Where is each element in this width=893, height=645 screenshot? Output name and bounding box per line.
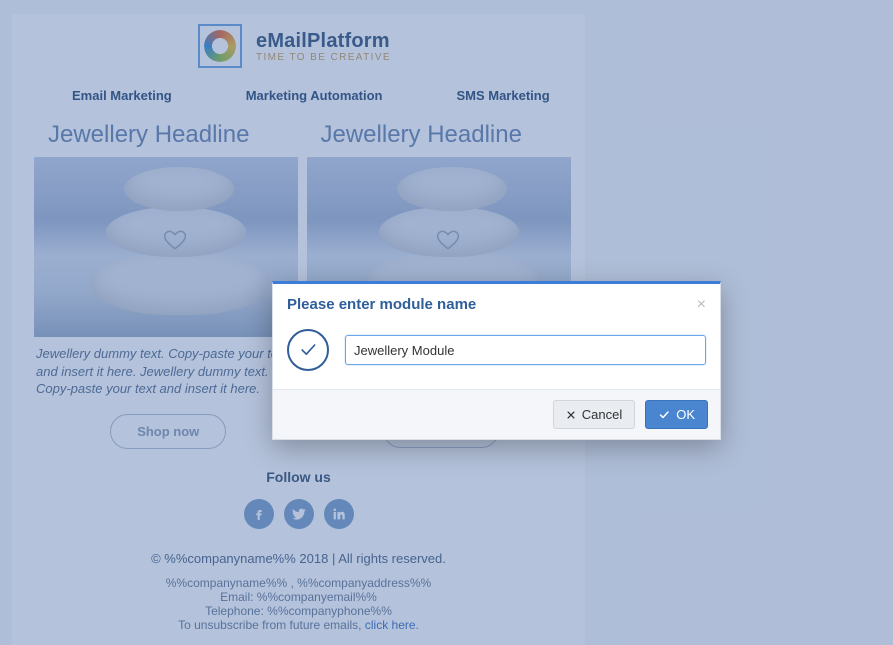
nav-link-marketing-automation[interactable]: Marketing Automation xyxy=(246,88,383,103)
footer-address: %%companyname%% , %%companyaddress%% xyxy=(12,576,585,590)
dialog-title: Please enter module name xyxy=(287,296,476,313)
linkedin-icon[interactable] xyxy=(324,499,354,529)
check-icon xyxy=(658,409,670,421)
ok-label: OK xyxy=(676,407,695,422)
footer: © %%companyname%% 2018 | All rights rese… xyxy=(12,545,585,638)
footer-email: Email: %%companyemail%% xyxy=(12,590,585,604)
column-headline: Jewellery Headline xyxy=(34,117,303,157)
dialog-body xyxy=(273,323,720,389)
column-left: Jewellery Headline Jewellery dummy text.… xyxy=(34,117,303,449)
brand-row: eMailPlatform TIME TO BE CREATIVE xyxy=(12,14,585,68)
product-image xyxy=(34,157,298,337)
nav-row: Email Marketing Marketing Automation SMS… xyxy=(12,68,585,111)
column-description: Jewellery dummy text. Copy-paste your te… xyxy=(34,337,303,408)
footer-phone: Telephone: %%companyphone%% xyxy=(12,604,585,618)
brand-text: eMailPlatform TIME TO BE CREATIVE xyxy=(256,30,391,63)
unsubscribe-link[interactable]: click here xyxy=(365,618,416,632)
brand-tagline: TIME TO BE CREATIVE xyxy=(256,52,391,63)
cancel-label: Cancel xyxy=(582,407,622,422)
follow-block: Follow us xyxy=(12,449,585,545)
heart-pendant-icon xyxy=(435,227,461,253)
footer-unsub-prefix: To unsubscribe from future emails, xyxy=(178,618,365,632)
footer-unsubscribe-line: To unsubscribe from future emails, click… xyxy=(12,618,585,632)
twitter-icon[interactable] xyxy=(284,499,314,529)
column-headline: Jewellery Headline xyxy=(307,117,576,157)
footer-rights: © %%companyname%% 2018 | All rights rese… xyxy=(12,551,585,576)
close-icon[interactable]: × xyxy=(697,297,706,313)
social-row xyxy=(12,485,585,537)
dialog-header: Please enter module name × xyxy=(273,284,720,323)
ok-button[interactable]: OK xyxy=(645,400,708,429)
app-canvas: eMailPlatform TIME TO BE CREATIVE Email … xyxy=(0,0,893,645)
module-name-input[interactable] xyxy=(345,335,706,365)
check-circle-icon xyxy=(287,329,329,371)
heart-pendant-icon xyxy=(162,227,188,253)
module-name-dialog: Please enter module name × Cancel OK xyxy=(272,281,721,440)
dialog-footer: Cancel OK xyxy=(273,389,720,439)
footer-unsub-suffix: . xyxy=(416,618,419,632)
shop-now-button[interactable]: Shop now xyxy=(110,414,226,449)
facebook-icon[interactable] xyxy=(244,499,274,529)
nav-link-sms-marketing[interactable]: SMS Marketing xyxy=(456,88,549,103)
cancel-button[interactable]: Cancel xyxy=(553,400,635,429)
brand-name: eMailPlatform xyxy=(256,30,391,52)
x-icon xyxy=(566,410,576,420)
follow-title: Follow us xyxy=(12,469,585,485)
nav-link-email-marketing[interactable]: Email Marketing xyxy=(72,88,172,103)
brand-logo-icon xyxy=(198,24,242,68)
